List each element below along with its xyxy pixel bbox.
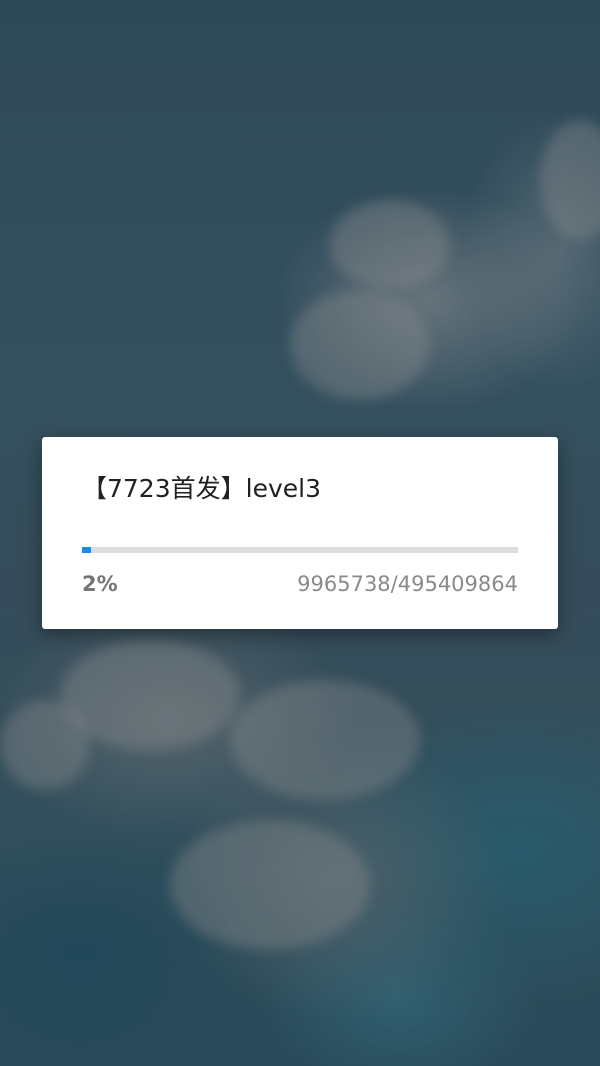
progress-percent: 2% — [82, 572, 118, 596]
download-progress-dialog: 【7723首发】level3 2% 9965738/495409864 — [42, 437, 558, 629]
dialog-title: 【7723首发】level3 — [82, 474, 321, 503]
progress-bar-fill — [82, 547, 91, 553]
progress-byte-count: 9965738/495409864 — [297, 572, 518, 596]
progress-bar — [82, 547, 518, 553]
